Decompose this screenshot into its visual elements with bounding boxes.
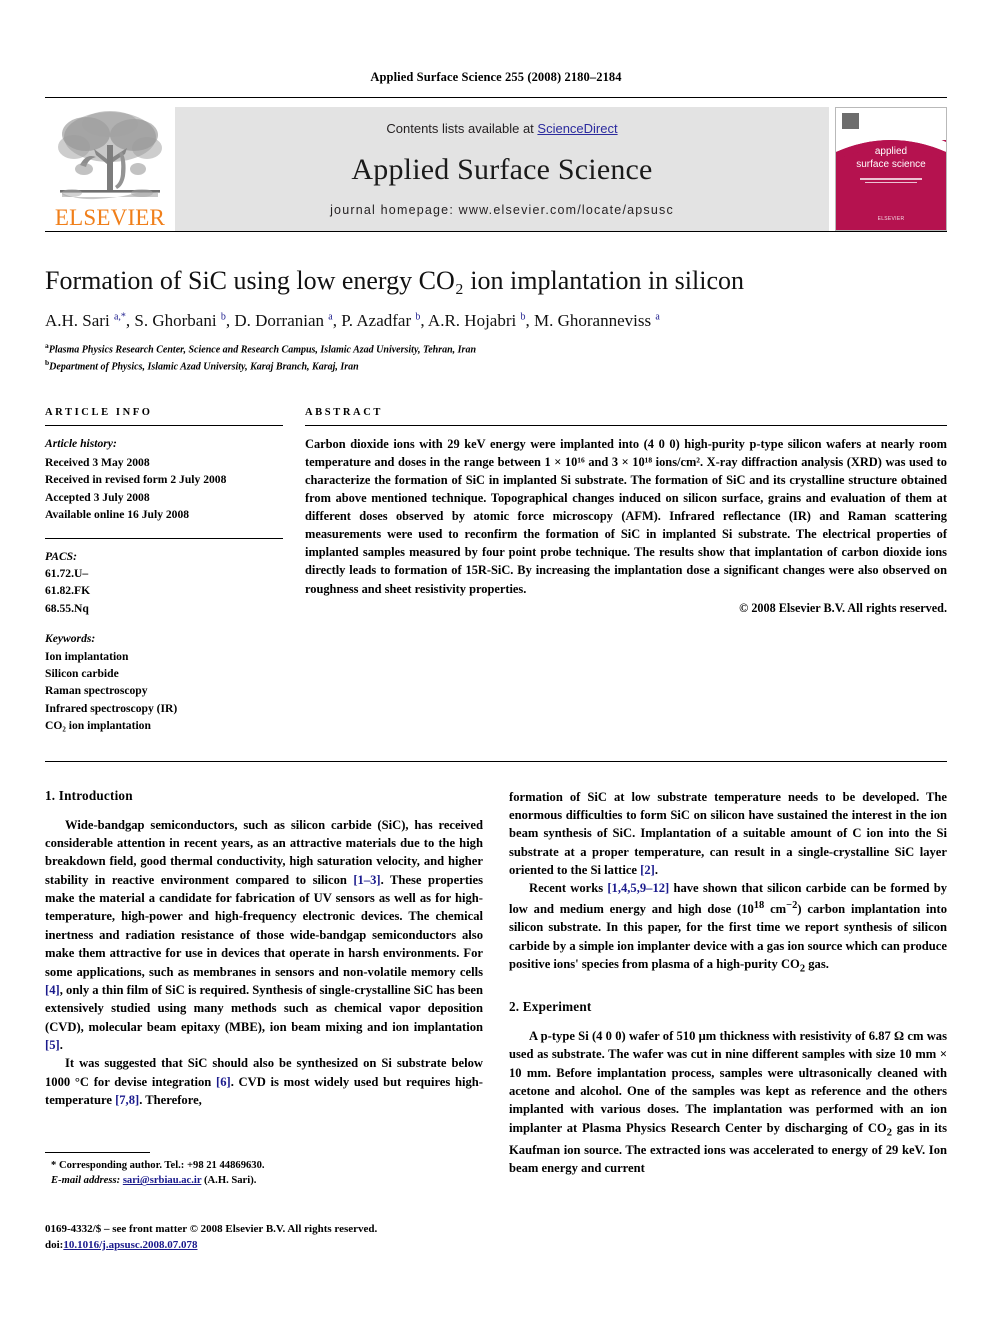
pacs-block: PACS: 61.72.U– 61.82.FK 68.55.Nq bbox=[45, 548, 283, 618]
title-block: Formation of SiC using low energy CO₂ io… bbox=[45, 266, 947, 375]
keyword-item: Ion implantation bbox=[45, 649, 129, 663]
contents-available-line: Contents lists available at ScienceDirec… bbox=[386, 121, 617, 136]
history-item: Accepted 3 July 2008 bbox=[45, 490, 150, 504]
abstract-copyright: © 2008 Elsevier B.V. All rights reserved… bbox=[739, 600, 947, 615]
intro-paragraph-4: Recent works [1,4,5,9–12] have shown tha… bbox=[509, 881, 947, 975]
article-first-page: Applied Surface Science 255 (2008) 2180–… bbox=[0, 0, 992, 1323]
footnote-rule bbox=[45, 1152, 150, 1153]
abstract-rule bbox=[305, 424, 947, 426]
running-head: Applied Surface Science 255 (2008) 2180–… bbox=[370, 70, 622, 84]
article-info-rule bbox=[45, 424, 283, 426]
intro-paragraph-3: formation of SiC at low substrate temper… bbox=[509, 789, 947, 878]
cover-badge: ELSEVIER bbox=[877, 216, 905, 222]
cover-subtext-lines bbox=[848, 178, 934, 187]
doi-label: doi: bbox=[45, 1238, 64, 1251]
intro-paragraph-1: Wide-bandgap semiconductors, such as sil… bbox=[45, 817, 483, 1053]
doi-link[interactable]: 10.1016/j.apsusc.2008.07.078 bbox=[63, 1239, 197, 1251]
cover-title-line2: surface science bbox=[856, 158, 926, 170]
affiliation-a-text: Plasma Physics Research Center, Science … bbox=[48, 344, 477, 356]
experiment-paragraph-1: A p-type Si (4 0 0) wafer of 510 μm thic… bbox=[509, 1028, 947, 1175]
author-list: A.H. Sari a,*, S. Ghorbani b, D. Dorrani… bbox=[45, 310, 660, 330]
elsevier-logo: ELSEVIER bbox=[45, 107, 175, 231]
pacs-item: 68.55.Nq bbox=[45, 601, 89, 615]
masthead-bottom-rule bbox=[45, 231, 947, 232]
pacs-item: 61.82.FK bbox=[45, 584, 91, 598]
header-rule bbox=[45, 97, 947, 98]
keyword-item: CO₂ ion implantation bbox=[45, 719, 151, 733]
journal-cover-thumbnail: applied surface science ELSEVIER bbox=[835, 107, 947, 231]
sciencedirect-link[interactable]: ScienceDirect bbox=[537, 121, 617, 136]
email-label: E-mail address: bbox=[51, 1175, 121, 1187]
keyword-item: Infrared spectroscopy (IR) bbox=[45, 701, 178, 715]
article-info-heading: ARTICLE INFO bbox=[45, 406, 153, 418]
history-item: Available online 16 July 2008 bbox=[45, 508, 190, 522]
masthead-band: Contents lists available at ScienceDirec… bbox=[175, 107, 829, 231]
info-abstract-row: ARTICLE INFO Article history: Received 3… bbox=[45, 407, 947, 735]
affiliations: aPlasma Physics Research Center, Science… bbox=[45, 341, 947, 375]
affiliation-b: bDepartment of Physics, Islamic Azad Uni… bbox=[45, 358, 947, 375]
affiliation-a: aPlasma Physics Research Center, Science… bbox=[45, 341, 947, 358]
email-suffix: (A.H. Sari). bbox=[204, 1175, 257, 1187]
section-heading-experiment: 2. Experiment bbox=[509, 998, 592, 1014]
footnote-text: * Corresponding author. Tel.: +98 21 448… bbox=[45, 1158, 470, 1189]
body-column-right: formation of SiC at low substrate temper… bbox=[509, 788, 947, 1208]
journal-masthead: ELSEVIER Contents lists available at Sci… bbox=[45, 107, 947, 231]
keyword-item: Silicon carbide bbox=[45, 666, 119, 680]
pacs-rule bbox=[45, 537, 283, 539]
body-column-left: 1. Introduction Wide-bandgap semiconduct… bbox=[45, 788, 483, 1208]
cover-title-line1: applied bbox=[874, 146, 908, 157]
page-footer: 0169-4332/$ – see front matter © 2008 El… bbox=[45, 1222, 545, 1254]
pacs-label: PACS: bbox=[45, 549, 77, 563]
body-top-rule bbox=[45, 760, 947, 762]
issn-front-matter-line: 0169-4332/$ – see front matter © 2008 El… bbox=[45, 1223, 378, 1235]
page-title: Formation of SiC using low energy CO₂ io… bbox=[45, 266, 745, 295]
abstract-column: ABSTRACT Carbon dioxide ions with 29 keV… bbox=[305, 407, 947, 735]
section-heading-introduction: 1. Introduction bbox=[45, 787, 133, 803]
history-item: Received in revised form 2 July 2008 bbox=[45, 473, 227, 487]
journal-homepage-line[interactable]: journal homepage: www.elsevier.com/locat… bbox=[330, 203, 674, 217]
doi-line: doi:10.1016/j.apsusc.2008.07.078 bbox=[45, 1238, 545, 1254]
elsevier-wordmark: ELSEVIER bbox=[54, 205, 166, 230]
intro-paragraph-2: It was suggested that SiC should also be… bbox=[45, 1056, 483, 1108]
body-columns: 1. Introduction Wide-bandgap semiconduct… bbox=[45, 788, 947, 1208]
abstract-heading: ABSTRACT bbox=[305, 406, 383, 418]
footnote-block: * Corresponding author. Tel.: +98 21 448… bbox=[45, 1152, 470, 1189]
article-history-label: Article history: bbox=[45, 436, 117, 450]
article-history-block: Article history: Received 3 May 2008 Rec… bbox=[45, 435, 283, 524]
corresponding-author-line: * Corresponding author. Tel.: +98 21 448… bbox=[51, 1160, 265, 1171]
cover-title: applied surface science bbox=[836, 146, 946, 171]
keywords-label: Keywords: bbox=[45, 632, 96, 646]
cover-artwork: applied surface science ELSEVIER bbox=[836, 108, 946, 230]
elsevier-tree-icon bbox=[50, 107, 170, 205]
cover-publisher-mark bbox=[842, 113, 859, 129]
pacs-item: 61.72.U– bbox=[45, 566, 89, 580]
keywords-block: Keywords: Ion implantation Silicon carbi… bbox=[45, 630, 283, 734]
journal-title: Applied Surface Science bbox=[351, 152, 653, 186]
contents-prefix: Contents lists available at bbox=[386, 121, 538, 136]
email-link[interactable]: sari@srbiau.ac.ir bbox=[123, 1175, 202, 1186]
affiliation-b-text: Department of Physics, Islamic Azad Univ… bbox=[49, 361, 359, 373]
article-info-column: ARTICLE INFO Article history: Received 3… bbox=[45, 407, 283, 735]
history-item: Received 3 May 2008 bbox=[45, 456, 150, 470]
keyword-item: Raman spectroscopy bbox=[45, 684, 148, 698]
email-line: E-mail address: sari@srbiau.ac.ir (A.H. … bbox=[45, 1173, 470, 1188]
abstract-text: Carbon dioxide ions with 29 keV energy w… bbox=[305, 436, 947, 596]
